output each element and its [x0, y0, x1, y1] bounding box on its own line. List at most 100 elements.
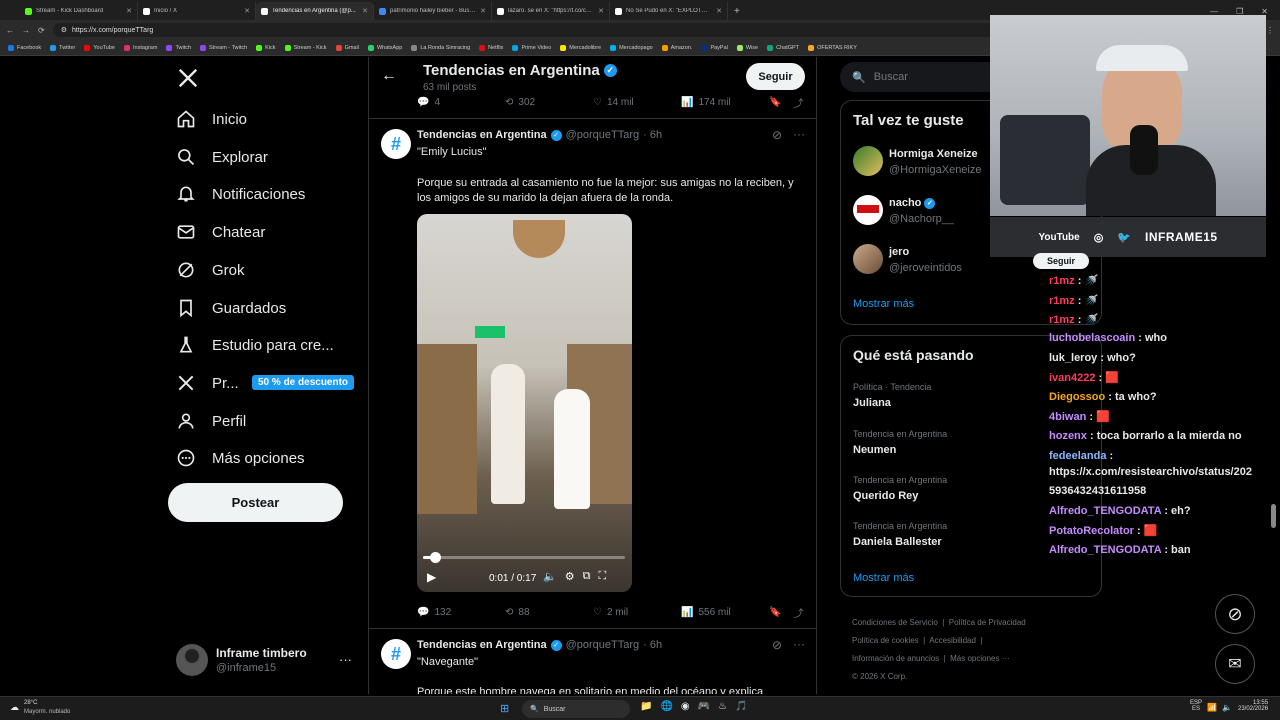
- video-progress-knob[interactable]: [430, 552, 442, 563]
- bookmark-item[interactable]: Kick: [256, 44, 276, 51]
- reply-button[interactable]: 💬 4: [417, 97, 505, 108]
- chrome-icon[interactable]: ◉: [681, 701, 690, 712]
- close-tab-icon[interactable]: ✕: [362, 7, 368, 15]
- start-icon[interactable]: ⊞: [500, 702, 509, 715]
- show-more-link[interactable]: Mostrar más: [853, 298, 914, 310]
- settings-icon[interactable]: ⚙: [565, 570, 575, 583]
- post-button[interactable]: Postear: [168, 483, 343, 522]
- browser-tab[interactable]: patrimonio hailey bieber - Buscar ✕: [374, 2, 492, 20]
- show-more-link[interactable]: Mostrar más: [853, 572, 914, 584]
- grok-fab-icon[interactable]: ⊘: [1215, 594, 1255, 634]
- back-arrow-icon[interactable]: ←: [381, 67, 397, 85]
- views-button[interactable]: 📊 556 mil: [681, 607, 769, 618]
- tweet-avatar[interactable]: #: [381, 129, 411, 159]
- views-button[interactable]: 📊 174 mil: [681, 97, 769, 108]
- nav-item-chatear[interactable]: Chatear: [176, 218, 265, 246]
- close-tab-icon[interactable]: ✕: [244, 7, 250, 15]
- nav-item-inicio[interactable]: Inicio: [176, 105, 247, 133]
- bookmark-item[interactable]: Amazon.: [661, 44, 692, 51]
- chat-username[interactable]: ivan4222: [1049, 372, 1095, 384]
- avatar[interactable]: [853, 146, 883, 176]
- chat-username[interactable]: Diegossoo: [1049, 391, 1105, 403]
- chat-username[interactable]: Alfredo_TENGODATA: [1049, 544, 1161, 556]
- edge-icon[interactable]: 🌐: [660, 701, 672, 712]
- browser-tab[interactable]: Inicio / X ✕: [138, 2, 256, 20]
- forward-icon[interactable]: →: [22, 26, 30, 35]
- fullscreen-icon[interactable]: ⛶: [598, 570, 606, 583]
- avatar[interactable]: [176, 644, 208, 676]
- tweet-avatar[interactable]: #: [381, 639, 411, 669]
- suggested-user-name[interactable]: Hormiga Xeneize: [889, 148, 978, 160]
- bookmark-item[interactable]: Mercadolibre: [560, 44, 601, 51]
- nav-item-guardados[interactable]: Guardados: [176, 294, 286, 322]
- trend-name[interactable]: Juliana: [853, 397, 891, 409]
- clock[interactable]: 13:55 23/02/2026: [1238, 700, 1268, 712]
- steam-icon[interactable]: ♨: [718, 701, 727, 712]
- chat-username[interactable]: r1mz: [1049, 314, 1075, 326]
- tweet-time[interactable]: · 6h: [643, 129, 662, 141]
- close-tab-icon[interactable]: ✕: [480, 7, 486, 15]
- follow-button-partial[interactable]: Seguir: [1033, 253, 1089, 269]
- bookmark-item[interactable]: La Ronda Simracing: [411, 44, 470, 51]
- play-icon[interactable]: ▶: [427, 570, 436, 584]
- volume-icon[interactable]: 🔈: [543, 570, 557, 583]
- repost-button[interactable]: ⟲ 88: [505, 607, 593, 618]
- share-button[interactable]: ⤴: [793, 605, 803, 620]
- nav-item-explorar[interactable]: Explorar: [176, 143, 268, 171]
- chat-username[interactable]: fedeelanda: [1049, 450, 1106, 462]
- repost-button[interactable]: ⟲ 302: [505, 97, 593, 108]
- trend-name[interactable]: Neumen: [853, 444, 896, 456]
- chat-username[interactable]: r1mz: [1049, 295, 1075, 307]
- bookmark-item[interactable]: Twitter: [50, 44, 75, 51]
- discord-icon[interactable]: 🎮: [698, 701, 710, 712]
- language-indicator[interactable]: ESP ES: [1190, 700, 1202, 712]
- tweet-time[interactable]: · 6h: [643, 639, 662, 651]
- avatar[interactable]: [853, 244, 883, 274]
- chat-username[interactable]: PotatoRecolator: [1049, 525, 1134, 537]
- like-button[interactable]: ♡ 2 mil: [593, 607, 681, 618]
- bookmark-item[interactable]: ChatGPT: [767, 44, 799, 51]
- bookmark-item[interactable]: Prime Video: [512, 44, 551, 51]
- browser-tab[interactable]: No Se Pudo en X: "EXPLOTÓ ERN... ✕: [610, 2, 728, 20]
- reply-button[interactable]: 💬 132: [417, 607, 505, 618]
- grok-icon[interactable]: ⊘: [772, 128, 782, 142]
- taskbar-search[interactable]: 🔍 Buscar: [522, 700, 630, 718]
- browser-tab-active[interactable]: Tendencias en Argentina (@p... ✕: [256, 2, 374, 20]
- nav-item-más-opciones[interactable]: Más opciones: [176, 444, 305, 472]
- chat-username[interactable]: r1mz: [1049, 275, 1075, 287]
- trend-name[interactable]: Querido Rey: [853, 490, 918, 502]
- grok-icon[interactable]: ⊘: [772, 638, 782, 652]
- close-tab-icon[interactable]: ✕: [126, 7, 132, 15]
- share-button[interactable]: ⤴: [793, 95, 803, 110]
- tweet-more-icon[interactable]: ···: [793, 127, 805, 141]
- bookmark-item[interactable]: Twitch: [166, 44, 191, 51]
- chat-username[interactable]: luchobelascoain: [1049, 332, 1135, 344]
- bookmark-item[interactable]: Netflix: [479, 44, 503, 51]
- bookmark-item[interactable]: Stream - Kick: [284, 44, 327, 51]
- browser-tab[interactable]: Stream - Kick Dashboard ✕: [20, 2, 138, 20]
- footer-link[interactable]: Información de anuncios: [852, 654, 939, 663]
- nav-item-notificaciones[interactable]: Notificaciones: [176, 180, 305, 208]
- wifi-icon[interactable]: 📶: [1207, 703, 1217, 712]
- author-handle[interactable]: @porqueTTarg: [566, 639, 640, 651]
- bookmark-item[interactable]: YouTube: [84, 44, 115, 51]
- bookmark-item[interactable]: Instagram: [123, 44, 157, 51]
- footer-link[interactable]: Condiciones de Servicio: [852, 618, 938, 627]
- back-icon[interactable]: ←: [6, 26, 14, 35]
- bookmark-item[interactable]: OFERTAS RIKY: [808, 44, 857, 51]
- footer-link[interactable]: Política de cookies: [852, 636, 919, 645]
- trend-name[interactable]: Daniela Ballester: [853, 536, 942, 548]
- spotify-icon[interactable]: 🎵: [735, 701, 747, 712]
- follow-button[interactable]: Seguir: [746, 63, 805, 90]
- chat-username[interactable]: hozenx: [1049, 430, 1087, 442]
- pip-icon[interactable]: ⧉: [583, 570, 591, 583]
- suggested-user-name[interactable]: jero: [889, 246, 909, 258]
- bookmark-button[interactable]: 🔖: [769, 607, 781, 618]
- bookmark-button[interactable]: 🔖: [769, 97, 781, 108]
- video-progress-track[interactable]: [423, 552, 625, 563]
- bookmark-item[interactable]: WhatsApp: [367, 44, 402, 51]
- like-button[interactable]: ♡ 14 mil: [593, 97, 681, 108]
- reload-icon[interactable]: ⟳: [38, 26, 45, 35]
- chat-username[interactable]: 4biwan: [1049, 411, 1086, 423]
- volume-icon[interactable]: 🔈: [1222, 703, 1232, 712]
